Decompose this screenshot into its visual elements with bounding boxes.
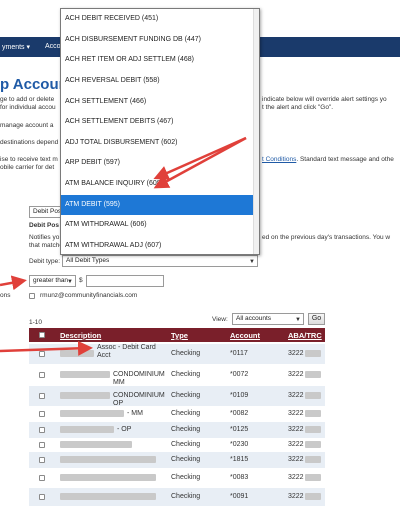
arrow-to-condition	[0, 275, 27, 291]
arrow-to-first-row	[0, 340, 93, 356]
annotation-arrows	[0, 136, 247, 356]
arrow-to-atm-debit-2	[153, 136, 247, 180]
